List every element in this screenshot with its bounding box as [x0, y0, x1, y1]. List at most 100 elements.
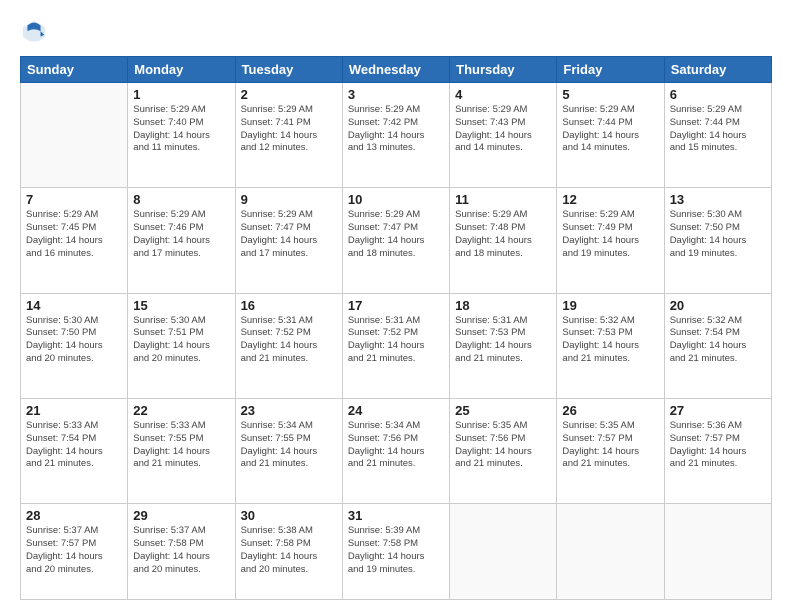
calendar-cell: 8Sunrise: 5:29 AM Sunset: 7:46 PM Daylig…	[128, 188, 235, 293]
calendar-cell: 20Sunrise: 5:32 AM Sunset: 7:54 PM Dayli…	[664, 293, 771, 398]
calendar-cell: 19Sunrise: 5:32 AM Sunset: 7:53 PM Dayli…	[557, 293, 664, 398]
calendar-cell: 17 Sunrise: 5:31 AM Sunset: 7:52 PM Dayli…	[342, 293, 449, 398]
calendar-cell: 3 Sunrise: 5:29 AM Sunset: 7:42 PM Daylig…	[342, 83, 449, 188]
calendar-week-4: 21 Sunrise: 5:33 AM Sunset: 7:54 PM Dayli…	[21, 398, 772, 503]
day-info: Sunrise: 5:29 AM Sunset: 7:43 PM Dayligh…	[455, 104, 551, 155]
day-number: 30	[241, 508, 337, 523]
day-info: Sunrise: 5:33 AM Sunset: 7:55 PM Dayligh…	[133, 420, 229, 471]
calendar-cell: 10Sunrise: 5:29 AM Sunset: 7:47 PM Dayli…	[342, 188, 449, 293]
calendar-cell: 13 Sunrise: 5:30 AM Sunset: 7:50 PM Dayli…	[664, 188, 771, 293]
day-number: 14	[26, 298, 122, 313]
day-info: Sunrise: 5:31 AM Sunset: 7:53 PM Dayligh…	[455, 315, 551, 366]
calendar-cell: 22 Sunrise: 5:33 AM Sunset: 7:55 PM Dayli…	[128, 398, 235, 503]
day-info: Sunrise: 5:30 AM Sunset: 7:50 PM Dayligh…	[26, 315, 122, 366]
calendar-week-2: 7Sunrise: 5:29 AM Sunset: 7:45 PM Daylig…	[21, 188, 772, 293]
calendar-cell: 16 Sunrise: 5:31 AM Sunset: 7:52 PM Dayli…	[235, 293, 342, 398]
day-number: 17	[348, 298, 444, 313]
day-info: Sunrise: 5:30 AM Sunset: 7:51 PM Dayligh…	[133, 315, 229, 366]
calendar-header-saturday: Saturday	[664, 57, 771, 83]
calendar-cell: 28 Sunrise: 5:37 AM Sunset: 7:57 PM Dayli…	[21, 504, 128, 600]
calendar-week-1: 1Sunrise: 5:29 AM Sunset: 7:40 PM Daylig…	[21, 83, 772, 188]
calendar-cell: 14 Sunrise: 5:30 AM Sunset: 7:50 PM Dayli…	[21, 293, 128, 398]
calendar-header-tuesday: Tuesday	[235, 57, 342, 83]
day-number: 19	[562, 298, 658, 313]
calendar-cell: 1Sunrise: 5:29 AM Sunset: 7:40 PM Daylig…	[128, 83, 235, 188]
logo	[20, 18, 52, 46]
day-number: 31	[348, 508, 444, 523]
calendar-cell	[21, 83, 128, 188]
calendar-table: SundayMondayTuesdayWednesdayThursdayFrid…	[20, 56, 772, 600]
calendar-week-5: 28 Sunrise: 5:37 AM Sunset: 7:57 PM Dayli…	[21, 504, 772, 600]
day-info: Sunrise: 5:29 AM Sunset: 7:44 PM Dayligh…	[562, 104, 658, 155]
day-number: 28	[26, 508, 122, 523]
calendar-cell: 4 Sunrise: 5:29 AM Sunset: 7:43 PM Daylig…	[450, 83, 557, 188]
calendar-header-sunday: Sunday	[21, 57, 128, 83]
day-number: 15	[133, 298, 229, 313]
calendar-cell	[557, 504, 664, 600]
day-info: Sunrise: 5:34 AM Sunset: 7:55 PM Dayligh…	[241, 420, 337, 471]
calendar-cell: 25 Sunrise: 5:35 AM Sunset: 7:56 PM Dayli…	[450, 398, 557, 503]
calendar-cell: 7Sunrise: 5:29 AM Sunset: 7:45 PM Daylig…	[21, 188, 128, 293]
day-info: Sunrise: 5:33 AM Sunset: 7:54 PM Dayligh…	[26, 420, 122, 471]
calendar-cell: 11 Sunrise: 5:29 AM Sunset: 7:48 PM Dayli…	[450, 188, 557, 293]
day-info: Sunrise: 5:29 AM Sunset: 7:42 PM Dayligh…	[348, 104, 444, 155]
day-number: 16	[241, 298, 337, 313]
day-number: 20	[670, 298, 766, 313]
day-info: Sunrise: 5:29 AM Sunset: 7:45 PM Dayligh…	[26, 209, 122, 260]
header	[20, 18, 772, 46]
day-info: Sunrise: 5:35 AM Sunset: 7:57 PM Dayligh…	[562, 420, 658, 471]
day-info: Sunrise: 5:36 AM Sunset: 7:57 PM Dayligh…	[670, 420, 766, 471]
day-info: Sunrise: 5:37 AM Sunset: 7:57 PM Dayligh…	[26, 525, 122, 576]
day-number: 21	[26, 403, 122, 418]
day-info: Sunrise: 5:38 AM Sunset: 7:58 PM Dayligh…	[241, 525, 337, 576]
day-number: 12	[562, 192, 658, 207]
calendar-header-monday: Monday	[128, 57, 235, 83]
calendar-cell	[450, 504, 557, 600]
day-number: 25	[455, 403, 551, 418]
day-info: Sunrise: 5:31 AM Sunset: 7:52 PM Dayligh…	[348, 315, 444, 366]
day-number: 23	[241, 403, 337, 418]
day-info: Sunrise: 5:29 AM Sunset: 7:40 PM Dayligh…	[133, 104, 229, 155]
day-number: 27	[670, 403, 766, 418]
day-info: Sunrise: 5:29 AM Sunset: 7:47 PM Dayligh…	[241, 209, 337, 260]
calendar-cell: 5 Sunrise: 5:29 AM Sunset: 7:44 PM Daylig…	[557, 83, 664, 188]
calendar-header-wednesday: Wednesday	[342, 57, 449, 83]
page: SundayMondayTuesdayWednesdayThursdayFrid…	[0, 0, 792, 612]
calendar-header-friday: Friday	[557, 57, 664, 83]
calendar-cell: 6Sunrise: 5:29 AM Sunset: 7:44 PM Daylig…	[664, 83, 771, 188]
calendar-cell	[664, 504, 771, 600]
calendar-cell: 15 Sunrise: 5:30 AM Sunset: 7:51 PM Dayli…	[128, 293, 235, 398]
calendar-cell: 9 Sunrise: 5:29 AM Sunset: 7:47 PM Daylig…	[235, 188, 342, 293]
calendar-header-thursday: Thursday	[450, 57, 557, 83]
day-number: 11	[455, 192, 551, 207]
calendar-cell: 21 Sunrise: 5:33 AM Sunset: 7:54 PM Dayli…	[21, 398, 128, 503]
day-number: 3	[348, 87, 444, 102]
calendar-header-row: SundayMondayTuesdayWednesdayThursdayFrid…	[21, 57, 772, 83]
day-number: 13	[670, 192, 766, 207]
calendar-cell: 24Sunrise: 5:34 AM Sunset: 7:56 PM Dayli…	[342, 398, 449, 503]
day-info: Sunrise: 5:29 AM Sunset: 7:41 PM Dayligh…	[241, 104, 337, 155]
day-number: 4	[455, 87, 551, 102]
day-number: 9	[241, 192, 337, 207]
calendar-cell: 29Sunrise: 5:37 AM Sunset: 7:58 PM Dayli…	[128, 504, 235, 600]
calendar-cell: 27 Sunrise: 5:36 AM Sunset: 7:57 PM Dayli…	[664, 398, 771, 503]
day-number: 29	[133, 508, 229, 523]
day-number: 10	[348, 192, 444, 207]
day-number: 6	[670, 87, 766, 102]
day-info: Sunrise: 5:29 AM Sunset: 7:49 PM Dayligh…	[562, 209, 658, 260]
day-info: Sunrise: 5:30 AM Sunset: 7:50 PM Dayligh…	[670, 209, 766, 260]
day-number: 5	[562, 87, 658, 102]
day-info: Sunrise: 5:39 AM Sunset: 7:58 PM Dayligh…	[348, 525, 444, 576]
day-info: Sunrise: 5:35 AM Sunset: 7:56 PM Dayligh…	[455, 420, 551, 471]
day-number: 18	[455, 298, 551, 313]
day-info: Sunrise: 5:31 AM Sunset: 7:52 PM Dayligh…	[241, 315, 337, 366]
calendar-cell: 26 Sunrise: 5:35 AM Sunset: 7:57 PM Dayli…	[557, 398, 664, 503]
day-number: 26	[562, 403, 658, 418]
logo-icon	[20, 18, 48, 46]
day-number: 2	[241, 87, 337, 102]
day-info: Sunrise: 5:29 AM Sunset: 7:46 PM Dayligh…	[133, 209, 229, 260]
day-number: 22	[133, 403, 229, 418]
calendar-cell: 23 Sunrise: 5:34 AM Sunset: 7:55 PM Dayli…	[235, 398, 342, 503]
calendar-cell: 30 Sunrise: 5:38 AM Sunset: 7:58 PM Dayli…	[235, 504, 342, 600]
day-info: Sunrise: 5:29 AM Sunset: 7:48 PM Dayligh…	[455, 209, 551, 260]
